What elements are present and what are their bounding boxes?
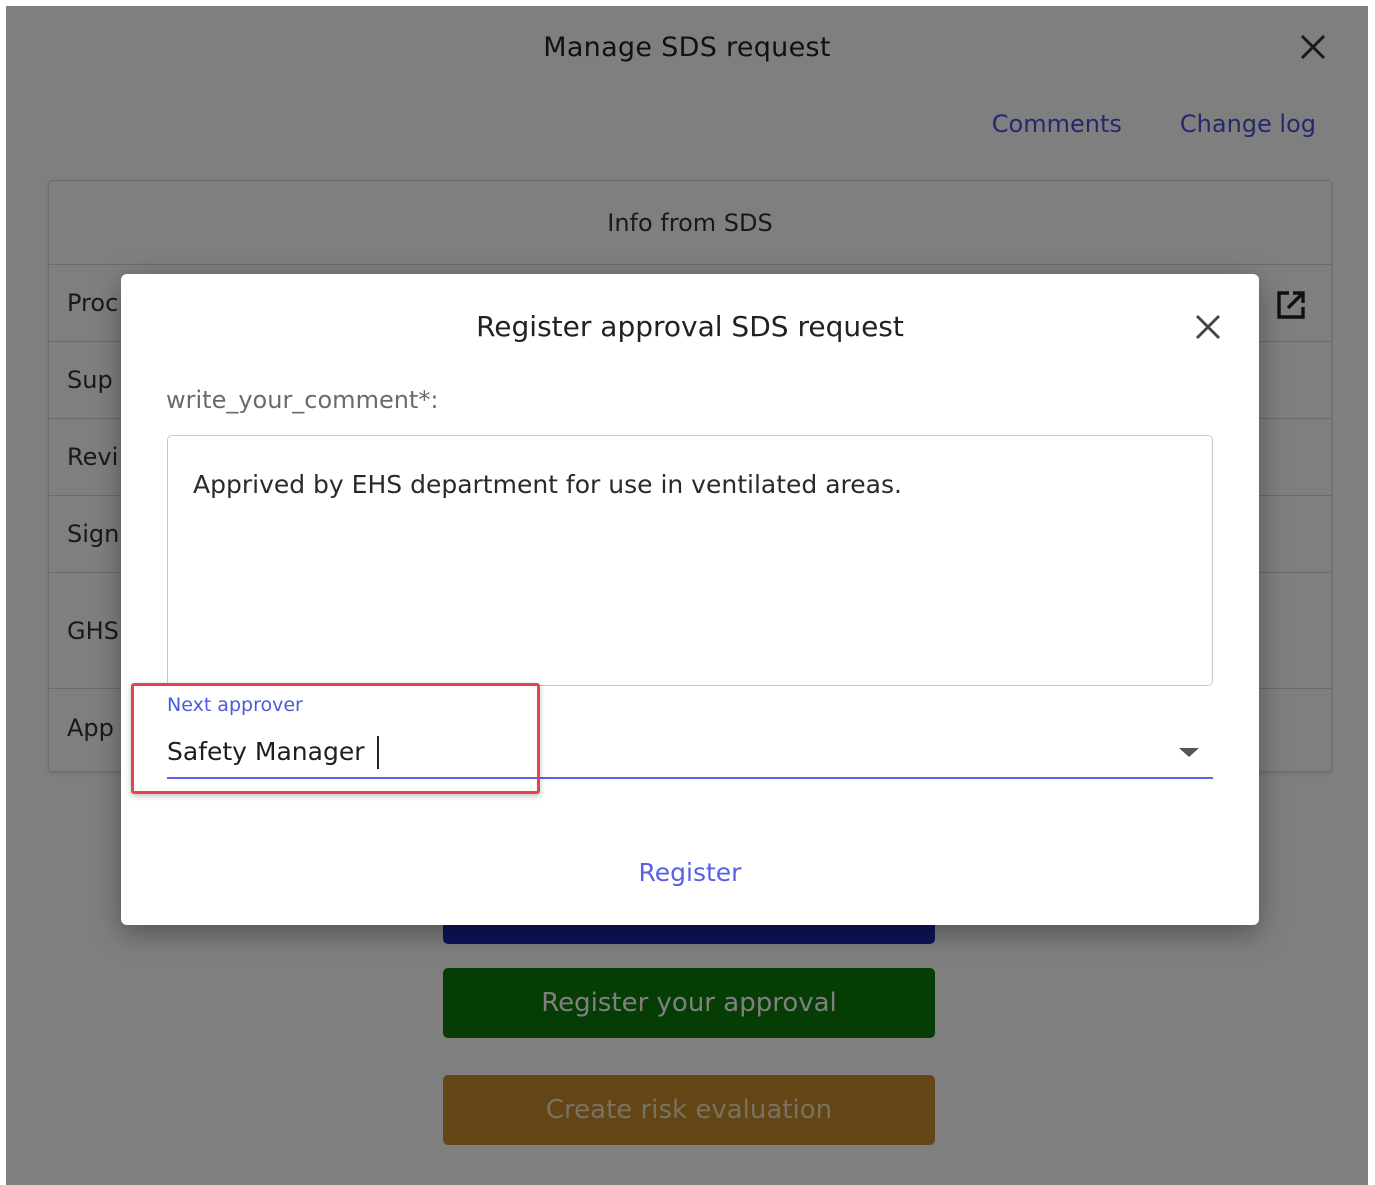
close-icon[interactable] (1193, 312, 1223, 342)
next-approver-input[interactable]: Safety Manager (167, 737, 365, 766)
next-approver-select[interactable]: Next approver Safety Manager (167, 692, 1213, 779)
comment-textarea[interactable]: Apprived by EHS department for use in ve… (167, 435, 1213, 686)
text-cursor (377, 736, 379, 769)
dropdown-arrow-icon[interactable] (1179, 748, 1199, 757)
field-underline (167, 777, 1213, 779)
register-button[interactable]: Register (121, 858, 1259, 887)
next-approver-label: Next approver (167, 694, 303, 716)
modal-title: Register approval SDS request (476, 310, 904, 343)
register-approval-modal: Register approval SDS request write_your… (121, 274, 1259, 925)
comment-label: write_your_comment*: (166, 386, 439, 414)
